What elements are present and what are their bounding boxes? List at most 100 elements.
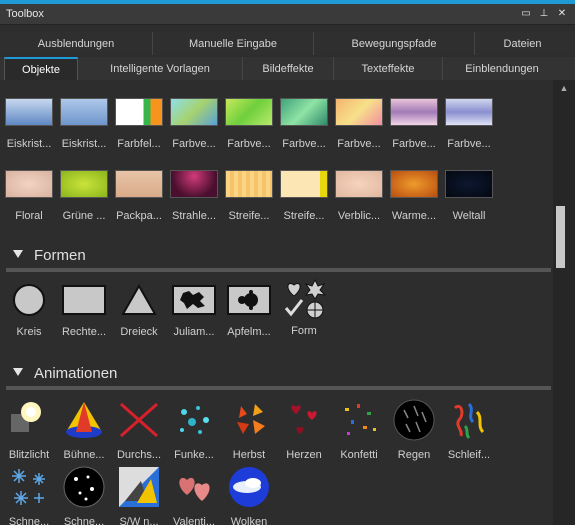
- snowflakes-icon: [12, 469, 45, 505]
- tab-intelligente-vorlagen[interactable]: Intelligente Vorlagen: [78, 57, 243, 80]
- bg-tile-farbverlauf-1[interactable]: Farbve...: [167, 98, 221, 150]
- floral-bg: [5, 170, 53, 198]
- section-formen[interactable]: Formen: [0, 243, 553, 272]
- rectangle-icon: [62, 285, 106, 315]
- anim-sw-nach-farbe[interactable]: S/W n...: [112, 465, 166, 525]
- mandelbrot-icon: [227, 285, 271, 315]
- bw-icon: [119, 467, 159, 507]
- anim-konfetti[interactable]: Konfetti: [332, 398, 386, 461]
- valentine-icon: [179, 477, 210, 501]
- tab-manuelle-eingabe[interactable]: Manuelle Eingabe: [153, 32, 314, 55]
- hearts-icon: [291, 405, 317, 434]
- flashlight-icon: [11, 402, 41, 432]
- bg-tile-gruene[interactable]: Grüne ...: [57, 170, 111, 222]
- clouds-icon: [229, 467, 269, 507]
- bg-tile-strahlen[interactable]: Strahle...: [167, 170, 221, 222]
- gradient-bg: [225, 98, 273, 126]
- tab-texteffekte[interactable]: Texteffekte: [334, 57, 443, 80]
- ribbons-icon: [453, 402, 485, 440]
- snow-globe-icon: [63, 466, 105, 508]
- shape-juliamenge[interactable]: Juliam...: [167, 283, 221, 338]
- gradient-bg: [170, 98, 218, 126]
- bg-tile-warme[interactable]: Warme...: [387, 170, 441, 222]
- circle-icon: [13, 284, 45, 316]
- anim-regen[interactable]: Regen: [387, 398, 441, 461]
- bg-tile-farbverlauf-2[interactable]: Farbve...: [222, 98, 276, 150]
- close-icon[interactable]: ✕: [555, 7, 569, 21]
- stage-icon: [66, 402, 102, 438]
- bg-tile-weltall[interactable]: Weltall: [442, 170, 496, 222]
- green-bg: [60, 170, 108, 198]
- anim-valentinstag[interactable]: Valenti...: [167, 465, 221, 525]
- color-field-bg: [115, 98, 163, 126]
- bg-tile-packpapier[interactable]: Packpa...: [112, 170, 166, 222]
- bg-tile-farbverlauf-3[interactable]: Farbve...: [277, 98, 331, 150]
- collapse-triangle-icon[interactable]: [13, 368, 23, 376]
- shape-dreieck[interactable]: Dreieck: [112, 283, 166, 338]
- vertical-scrollbar[interactable]: ▲: [553, 80, 575, 525]
- title-bar: Toolbox ▭ ⊥ ✕: [0, 4, 575, 25]
- tab-bewegungspfade[interactable]: Bewegungspfade: [314, 32, 475, 55]
- tab-row-bottom: Objekte Intelligente Vorlagen Bildeffekt…: [0, 57, 575, 81]
- gradient-bg: [335, 98, 383, 126]
- bg-tile-streifen-1[interactable]: Streife...: [222, 170, 276, 222]
- bg-tile-eiskristall-2[interactable]: Eiskrist...: [57, 98, 111, 150]
- collapse-triangle-icon[interactable]: [13, 250, 23, 258]
- scroll-thumb[interactable]: [556, 206, 565, 268]
- section-animationen[interactable]: Animationen: [0, 361, 553, 390]
- triangle-icon: [121, 283, 157, 315]
- stripes-bg: [280, 170, 328, 198]
- tab-bildeffekte[interactable]: Bildeffekte: [243, 57, 334, 80]
- tab-objekte[interactable]: Objekte: [4, 57, 78, 81]
- bg-tile-streifen-2[interactable]: Streife...: [277, 170, 331, 222]
- space-bg: [445, 170, 493, 198]
- tab-ausblendungen[interactable]: Ausblendungen: [0, 32, 153, 55]
- tab-dateien[interactable]: Dateien: [475, 32, 570, 55]
- shape-kreis[interactable]: Kreis: [2, 283, 56, 338]
- anim-durchstreichen[interactable]: Durchs...: [112, 398, 166, 461]
- bg-tile-eiskristall-1[interactable]: Eiskrist...: [2, 98, 56, 150]
- bg-tile-farbverlauf-6[interactable]: Farbve...: [442, 98, 496, 150]
- julia-set-icon: [172, 285, 216, 315]
- bg-tile-floral[interactable]: Floral: [2, 170, 56, 222]
- anim-funken[interactable]: Funke...: [167, 398, 221, 461]
- shape-rechteck[interactable]: Rechte...: [57, 283, 111, 338]
- packpaper-bg: [115, 170, 163, 198]
- section-divider: [6, 268, 551, 272]
- anim-blitzlicht[interactable]: Blitzlicht: [2, 398, 56, 461]
- section-title: Formen: [34, 247, 86, 264]
- ice-crystal-bg: [60, 98, 108, 126]
- anim-herzen[interactable]: Herzen: [277, 398, 331, 461]
- tab-row-top: Ausblendungen Manuelle Eingabe Bewegungs…: [0, 32, 575, 55]
- rain-icon: [393, 399, 435, 441]
- ice-crystal-bg: [5, 98, 53, 126]
- warm-bg: [390, 170, 438, 198]
- anim-schneeflocken[interactable]: Schne...: [2, 465, 56, 525]
- bg-tile-verblichen[interactable]: Verblic...: [332, 170, 386, 222]
- toolbox-content: Eiskrist... Eiskrist... Farbfel... Farbv…: [0, 80, 553, 525]
- cross-icon: [120, 402, 158, 438]
- gradient-bg: [280, 98, 328, 126]
- anim-schleifen[interactable]: Schleif...: [442, 398, 496, 461]
- anim-herbst[interactable]: Herbst: [222, 398, 276, 461]
- gradient-bg: [445, 98, 493, 126]
- gradient-bg: [390, 98, 438, 126]
- anim-wolken[interactable]: Wolken: [222, 465, 276, 525]
- rays-bg: [170, 170, 218, 198]
- custom-shape-icon: [284, 278, 327, 319]
- section-divider: [6, 386, 551, 390]
- shape-form[interactable]: Form: [277, 278, 331, 337]
- bg-tile-farbverlauf-4[interactable]: Farbve...: [332, 98, 386, 150]
- pin-icon[interactable]: ⊥: [537, 7, 551, 21]
- shape-apfelmaennchen[interactable]: Apfelm...: [222, 283, 276, 338]
- restore-icon[interactable]: ▭: [519, 7, 533, 21]
- bg-tile-farbfeld[interactable]: Farbfel...: [112, 98, 166, 150]
- faded-bg: [335, 170, 383, 198]
- anim-schneeball[interactable]: Schne...: [57, 465, 111, 525]
- scroll-up-icon[interactable]: ▲: [557, 83, 571, 93]
- sparks-icon: [180, 406, 209, 434]
- bg-tile-farbverlauf-5[interactable]: Farbve...: [387, 98, 441, 150]
- autumn-leaves-icon: [237, 404, 265, 434]
- tab-einblendungen[interactable]: Einblendungen: [443, 57, 561, 80]
- anim-buehne[interactable]: Bühne...: [57, 398, 111, 461]
